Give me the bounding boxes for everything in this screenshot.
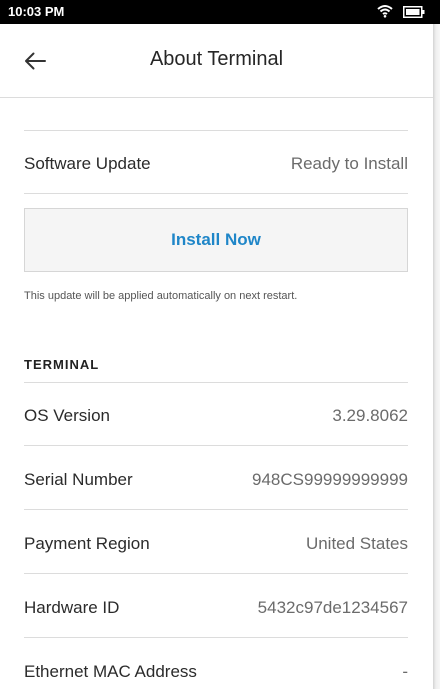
divider [24, 193, 408, 194]
payment-region-value: United States [305, 534, 408, 553]
serial-number-label: Serial Number [24, 470, 133, 489]
ethernet-mac-value: - [402, 662, 408, 681]
install-now-button[interactable]: Install Now [24, 208, 408, 272]
divider [24, 573, 408, 574]
screen-edge-shadow [433, 24, 440, 689]
status-time: 10:03 PM [8, 4, 65, 19]
page-title: About Terminal [149, 48, 284, 70]
divider [24, 509, 408, 510]
divider [24, 637, 408, 638]
wifi-icon [377, 5, 393, 18]
serial-number-value: 948CS99999999999 [252, 470, 408, 489]
about-terminal-screen: About Terminal Software Update Ready to … [0, 24, 433, 689]
battery-icon [403, 6, 425, 18]
section-header-terminal: TERMINAL [24, 357, 100, 372]
divider [24, 445, 408, 446]
status-bar: 10:03 PM [0, 0, 440, 24]
header: About Terminal [0, 24, 433, 98]
update-note: This update will be applied automaticall… [24, 290, 298, 302]
ethernet-mac-label: Ethernet MAC Address [24, 662, 197, 681]
divider [24, 130, 408, 131]
software-update-status: Ready to Install [290, 154, 408, 173]
os-version-label: OS Version [24, 406, 110, 425]
divider [24, 382, 408, 383]
hardware-id-label: Hardware ID [24, 598, 120, 617]
hardware-id-value: 5432c97de1234567 [257, 598, 408, 617]
os-version-value: 3.29.8062 [332, 406, 408, 425]
payment-region-label: Payment Region [24, 534, 150, 553]
software-update-label: Software Update [24, 154, 151, 173]
